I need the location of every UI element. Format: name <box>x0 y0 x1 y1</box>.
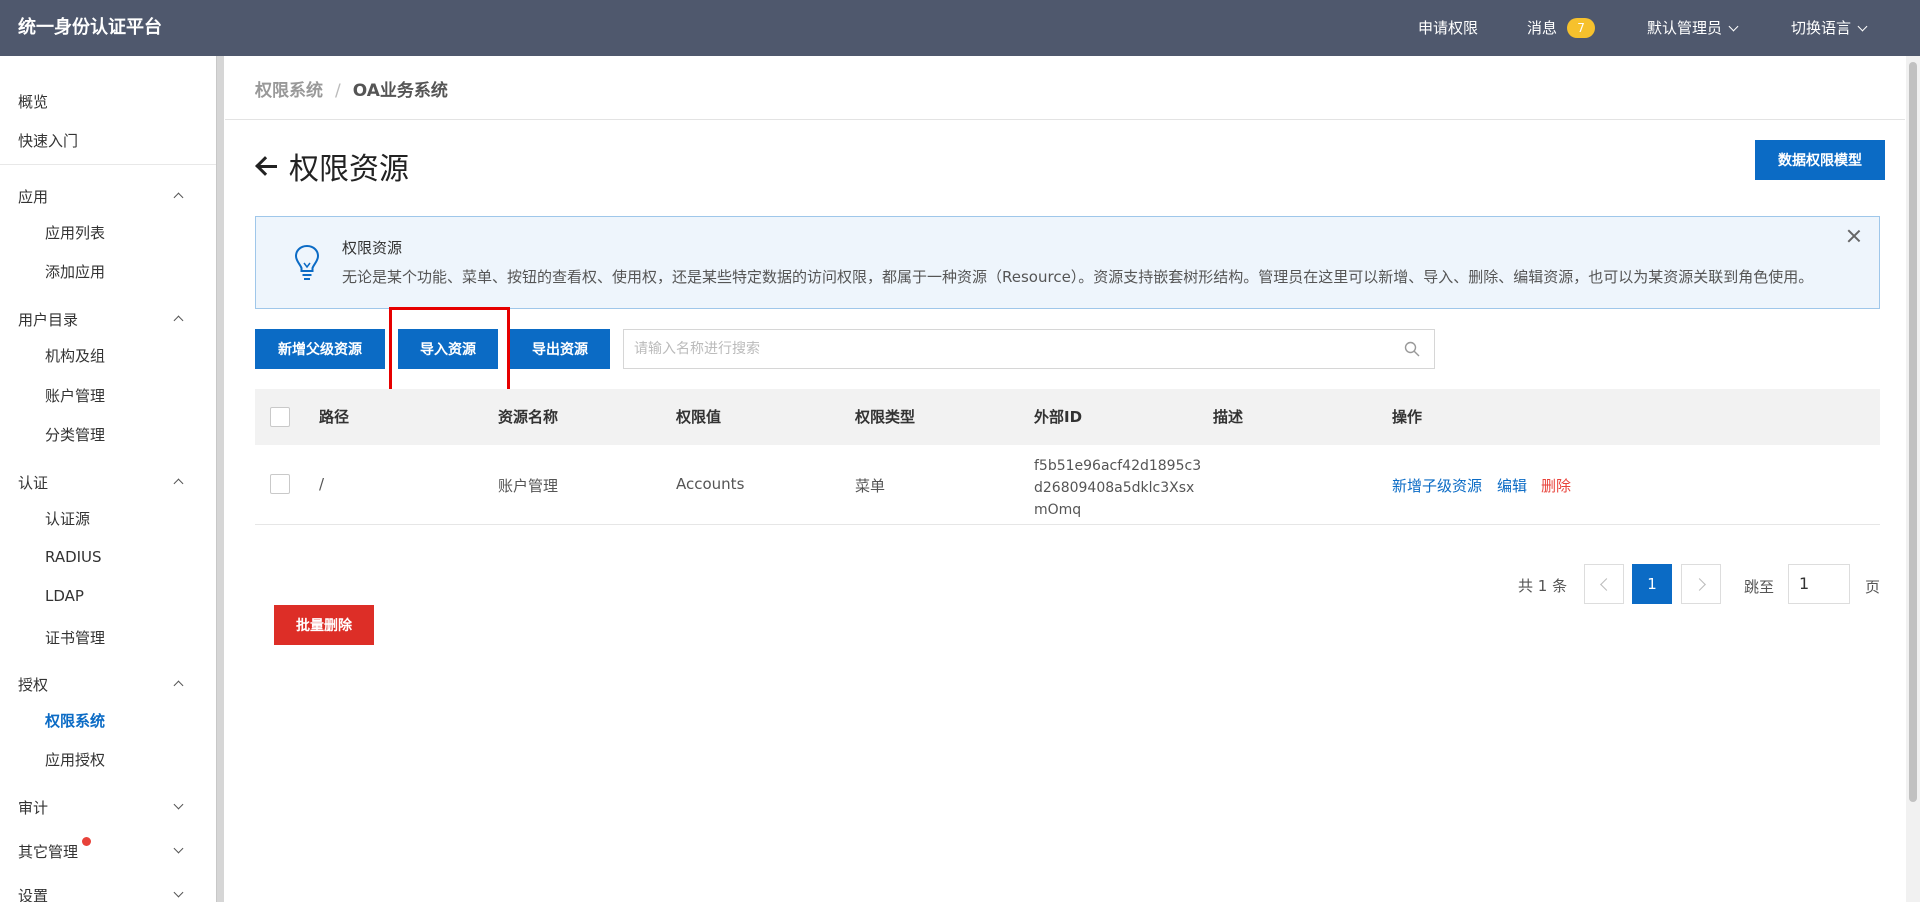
sidebar-item-auth-source[interactable]: 认证源 <box>45 508 90 529</box>
cell-external-id: f5b51e96acf42d1895c3d26809408a5dklc3Xsxm… <box>1034 458 1202 518</box>
apply-permission-label: 申请权限 <box>1418 19 1479 37</box>
sidebar-group-user-dir[interactable]: 用户目录 <box>18 309 78 330</box>
column-header-actions: 操作 <box>1392 408 1423 426</box>
breadcrumb-root[interactable]: 权限系统 <box>255 81 323 101</box>
select-all-checkbox[interactable] <box>270 407 290 427</box>
sidebar-item-category[interactable]: 分类管理 <box>45 424 105 445</box>
notification-dot <box>82 837 91 846</box>
lightbulb-icon <box>294 244 320 280</box>
table-row: / 账户管理 Accounts 菜单 f5b51e96acf42d1895c3d… <box>255 445 1880 525</box>
chevron-right-icon <box>1693 578 1706 591</box>
info-title: 权限资源 <box>342 239 403 257</box>
search-input[interactable] <box>624 330 1364 368</box>
column-header-external-id: 外部ID <box>1034 408 1083 426</box>
sidebar-item-accounts[interactable]: 账户管理 <box>45 385 105 406</box>
edit-link[interactable]: 编辑 <box>1497 475 1527 496</box>
table-header: 路径 资源名称 权限值 权限类型 外部ID 描述 操作 <box>255 389 1880 445</box>
chevron-down-icon <box>1857 21 1868 31</box>
pager-total: 共 1 条 <box>1518 577 1568 595</box>
sidebar-scrollbar[interactable] <box>216 56 224 902</box>
column-header-description: 描述 <box>1213 408 1244 426</box>
sidebar: 概览 快速入门 应用 应用列表 添加应用 用户目录 机构及组 账户管理 分类管理… <box>0 56 216 902</box>
chevron-down-icon[interactable] <box>173 843 184 854</box>
chevron-down-icon[interactable] <box>173 887 184 898</box>
sidebar-item-quickstart[interactable]: 快速入门 <box>18 130 78 151</box>
sidebar-group-other[interactable]: 其它管理 <box>18 841 78 862</box>
sidebar-divider <box>0 164 216 165</box>
main-scrollbar[interactable] <box>1906 56 1920 902</box>
info-description: 无论是某个功能、菜单、按钮的查看权、使用权，还是某些特定数据的访问权限，都属于一… <box>342 268 1814 286</box>
breadcrumb: 权限系统 / OA业务系统 <box>255 76 448 101</box>
sidebar-item-radius[interactable]: RADIUS <box>45 548 102 566</box>
language-dropdown[interactable]: 切换语言 <box>1791 0 1868 56</box>
pager-prev-button[interactable] <box>1584 564 1624 604</box>
chevron-up-icon[interactable] <box>173 192 184 203</box>
top-bar: 统一身份认证平台 申请权限 消息 7 默认管理员 切换语言 <box>0 0 1920 56</box>
search-icon[interactable] <box>1404 341 1420 357</box>
close-icon[interactable] <box>1847 229 1861 243</box>
cell-type: 菜单 <box>855 477 886 495</box>
cell-name: 账户管理 <box>498 477 559 495</box>
pager-jump-input[interactable]: 1 <box>1788 564 1850 604</box>
column-header-type: 权限类型 <box>855 408 916 426</box>
messages-label: 消息 <box>1527 19 1558 37</box>
column-header-path: 路径 <box>319 408 350 426</box>
row-checkbox[interactable] <box>270 474 290 494</box>
chevron-down-icon <box>1728 21 1739 31</box>
sidebar-item-app-list[interactable]: 应用列表 <box>45 222 105 243</box>
sidebar-item-perm-system[interactable]: 权限系统 <box>45 710 105 731</box>
admin-label: 默认管理员 <box>1647 19 1723 37</box>
sidebar-item-org[interactable]: 机构及组 <box>45 345 105 366</box>
cell-path: / <box>319 475 325 493</box>
column-header-value: 权限值 <box>676 408 722 426</box>
pager-page-label: 页 <box>1865 578 1881 596</box>
pager-jump-label: 跳至 <box>1744 578 1775 596</box>
back-arrow-icon[interactable] <box>255 155 277 177</box>
scrollbar-thumb[interactable] <box>1909 62 1917 802</box>
breadcrumb-separator: / <box>335 81 341 101</box>
sidebar-item-ldap[interactable]: LDAP <box>45 587 84 605</box>
message-count-badge: 7 <box>1567 18 1596 38</box>
sidebar-item-add-app[interactable]: 添加应用 <box>45 261 105 282</box>
search-box <box>623 329 1435 369</box>
add-child-resource-link[interactable]: 新增子级资源 <box>1392 475 1482 496</box>
sidebar-item-overview[interactable]: 概览 <box>18 91 48 112</box>
column-header-name: 资源名称 <box>498 408 559 426</box>
messages-link[interactable]: 消息 7 <box>1527 0 1596 56</box>
chevron-up-icon[interactable] <box>173 315 184 326</box>
add-parent-resource-button[interactable]: 新增父级资源 <box>255 329 385 369</box>
pager-next-button[interactable] <box>1681 564 1721 604</box>
sidebar-item-cert[interactable]: 证书管理 <box>45 627 105 648</box>
highlight-box <box>389 307 510 400</box>
sidebar-group-apps[interactable]: 应用 <box>18 186 48 207</box>
breadcrumb-current: OA业务系统 <box>352 81 448 101</box>
pager-current-page[interactable]: 1 <box>1632 564 1672 604</box>
sidebar-group-auth[interactable]: 认证 <box>18 472 48 493</box>
chevron-down-icon[interactable] <box>173 799 184 810</box>
chevron-up-icon[interactable] <box>173 478 184 489</box>
sidebar-item-app-auth[interactable]: 应用授权 <box>45 749 105 770</box>
export-resource-button[interactable]: 导出资源 <box>510 329 610 369</box>
page-header: 权限资源 <box>255 144 409 188</box>
page-title: 权限资源 <box>289 152 409 187</box>
brand-title: 统一身份认证平台 <box>18 17 162 38</box>
admin-dropdown[interactable]: 默认管理员 <box>1647 0 1739 56</box>
breadcrumb-divider <box>225 119 1905 120</box>
apply-permission-link[interactable]: 申请权限 <box>1418 0 1478 56</box>
chevron-left-icon <box>1600 578 1613 591</box>
info-alert: 权限资源 无论是某个功能、菜单、按钮的查看权、使用权，还是某些特定数据的访问权限… <box>255 216 1880 309</box>
cell-value: Accounts <box>676 475 745 493</box>
data-permission-model-button[interactable]: 数据权限模型 <box>1755 140 1885 180</box>
sidebar-group-authorize[interactable]: 授权 <box>18 674 48 695</box>
chevron-up-icon[interactable] <box>173 680 184 691</box>
sidebar-group-audit[interactable]: 审计 <box>18 797 48 818</box>
sidebar-group-settings[interactable]: 设置 <box>18 885 48 902</box>
bulk-delete-button[interactable]: 批量删除 <box>274 605 374 645</box>
language-label: 切换语言 <box>1791 19 1852 37</box>
delete-link[interactable]: 删除 <box>1541 475 1571 496</box>
